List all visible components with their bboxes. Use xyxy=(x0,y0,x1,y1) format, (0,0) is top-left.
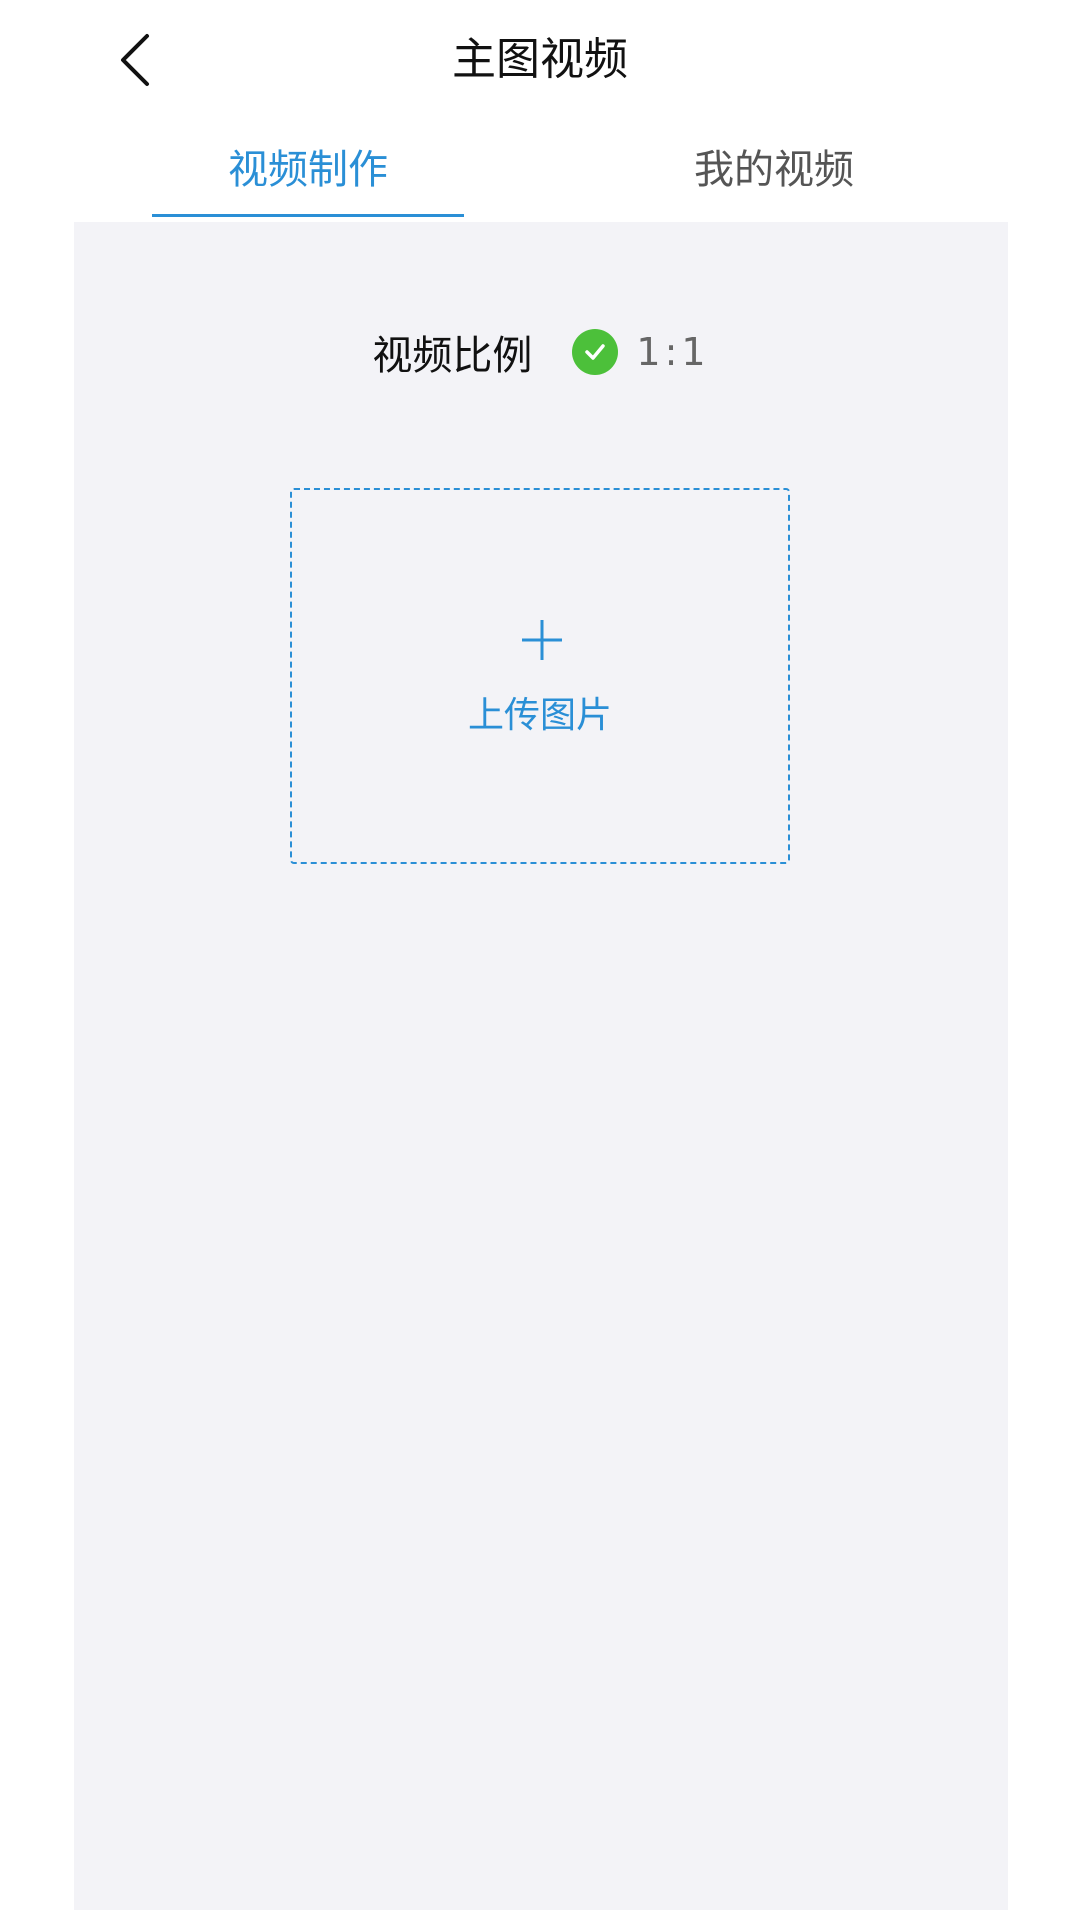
video-ratio-label: 视频比例 xyxy=(372,333,533,379)
page-title: 主图视频 xyxy=(452,34,628,85)
upload-image-button[interactable]: 上传图片 xyxy=(290,488,790,864)
header: 主图视频 xyxy=(0,0,1080,120)
video-ratio-option[interactable]: 1:1 xyxy=(636,330,709,374)
checkmark-icon xyxy=(585,344,606,360)
tab-bar: 视频制作 我的视频 xyxy=(74,130,1008,222)
plus-icon xyxy=(522,620,562,660)
check-circle-icon[interactable] xyxy=(572,329,619,375)
tab-video-making[interactable]: 视频制作 xyxy=(152,130,464,222)
tab-my-videos[interactable]: 我的视频 xyxy=(618,130,930,222)
upload-image-label: 上传图片 xyxy=(467,695,612,736)
content-panel: 视频比例 1:1 上传图片 xyxy=(74,222,1008,1910)
video-ratio-row: 视频比例 1:1 xyxy=(74,322,1008,382)
active-tab-indicator xyxy=(152,214,464,217)
app-screen: 主图视频 视频制作 我的视频 视频比例 1:1 上传图片 xyxy=(0,0,1080,1920)
